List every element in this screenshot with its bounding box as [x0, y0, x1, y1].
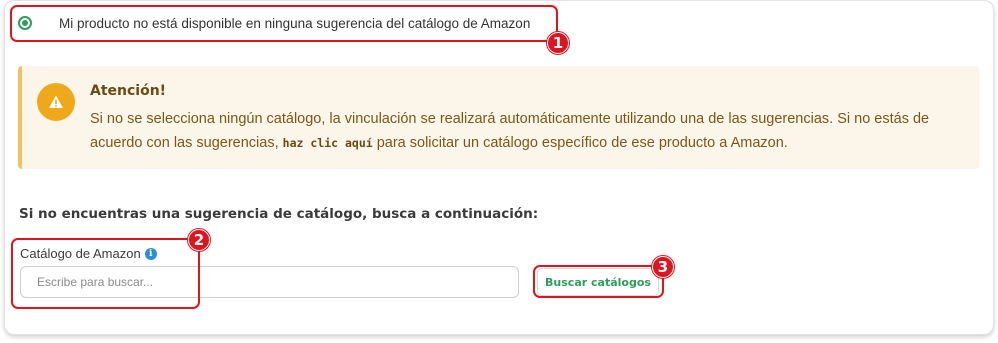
radio-selected-icon[interactable]	[18, 16, 32, 30]
annotation-badge-1: 1	[547, 32, 569, 54]
amazon-catalog-label-text: Catálogo de Amazon	[20, 246, 141, 261]
catalog-search-input[interactable]	[20, 266, 519, 298]
search-catalogs-button[interactable]: Buscar catálogos	[537, 268, 659, 296]
alert-message: Si no se selecciona ningún catálogo, la …	[90, 107, 970, 155]
attention-alert: Atención! Si no se selecciona ningún cat…	[18, 66, 979, 169]
info-icon[interactable]: i	[144, 247, 157, 260]
alert-title: Atención!	[90, 83, 167, 99]
annotation-badge-2: 2	[188, 229, 210, 251]
search-heading: Si no encuentras una sugerencia de catál…	[19, 206, 539, 222]
no-suggestion-option[interactable]: Mi producto no está disponible en ningun…	[18, 13, 530, 33]
alert-message-part2: para solicitar un catálogo específico de…	[372, 135, 788, 151]
request-catalog-link[interactable]: haz clic aquí	[283, 136, 373, 150]
amazon-catalog-field-label: Catálogo de Amazon i	[20, 246, 157, 261]
no-suggestion-option-label[interactable]: Mi producto no está disponible en ningun…	[59, 16, 530, 31]
warning-icon	[37, 83, 75, 121]
annotation-badge-3: 3	[652, 256, 674, 278]
